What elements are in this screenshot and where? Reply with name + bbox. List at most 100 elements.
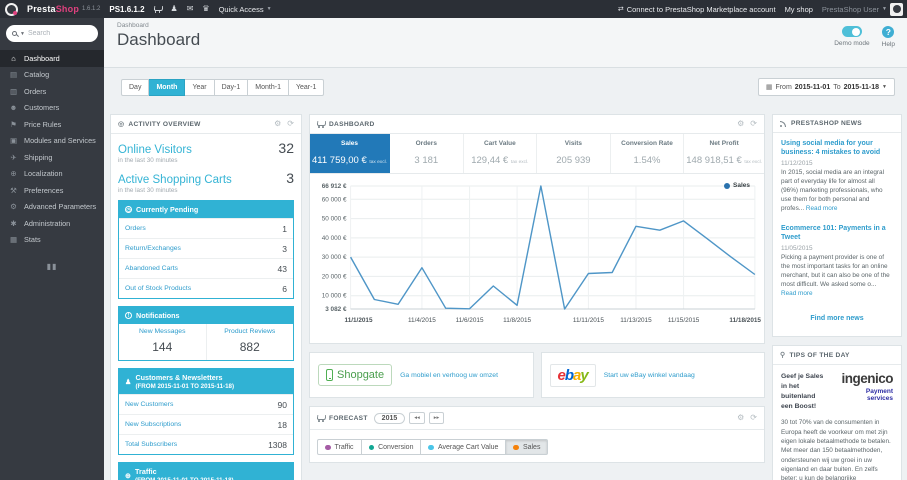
sidebar-menu: ⌂ Dashboard ▤ Catalog ▥ Orders ☻ Customers ⚑… <box>0 50 104 248</box>
date-from: 2015-11-01 <box>794 83 831 91</box>
sidebar-item-shipping[interactable]: ✈ Shipping <box>0 149 104 166</box>
kpi-net-profit[interactable]: Net Profit 148 918,51 € tax excl. <box>684 134 764 173</box>
news-panel-header: PRESTASHOP NEWS <box>773 115 901 133</box>
news-article-title[interactable]: Ecommerce 101: Payments in a Tweet <box>781 224 893 242</box>
sidebar-item-advanced-parameters[interactable]: ⚙ Advanced Parameters <box>0 199 104 216</box>
messages-icon[interactable]: ✉ <box>187 5 194 13</box>
range-month-button[interactable]: Month <box>149 78 186 96</box>
sidebar-item-orders[interactable]: ▥ Orders <box>0 83 104 100</box>
sidebar-item-catalog[interactable]: ▤ Catalog <box>0 67 104 84</box>
my-shop-link[interactable]: My shop <box>785 5 813 14</box>
version-label: 1.6.1.2 <box>82 6 101 12</box>
quick-access-menu[interactable]: Quick Access ▼ <box>219 5 272 14</box>
sidebar-item-customers[interactable]: ☻ Customers <box>0 100 104 117</box>
forecast-next-button[interactable]: ▸▸ <box>428 412 445 424</box>
toggle-average-cart-value[interactable]: Average Cart Value <box>421 439 507 456</box>
stats-icon: ▦ <box>9 235 18 245</box>
chart-legend-sales[interactable]: Sales <box>724 182 750 189</box>
read-more-link[interactable]: Read more <box>781 290 813 297</box>
sidebar-item-administration[interactable]: ✱ Administration <box>0 215 104 232</box>
sidebar-item-modules[interactable]: ▣ Modules and Services <box>0 133 104 150</box>
forecast-prev-button[interactable]: ◂◂ <box>409 412 425 424</box>
read-more-link[interactable]: Read more <box>806 205 838 212</box>
activity-body: Online Visitors 32 in the last 30 minute… <box>111 134 301 480</box>
average-cart-value-dot <box>428 444 434 450</box>
dashboard-icon: ⌂ <box>11 53 16 63</box>
online-visitors-link[interactable]: Online Visitors <box>118 144 192 156</box>
sidebar-search[interactable]: ▼ <box>6 25 98 42</box>
customers-row-new-customers[interactable]: New Customers 90 <box>119 394 293 414</box>
range-day-button[interactable]: Day <box>121 78 150 96</box>
news-article-date: 11/12/2015 <box>781 160 813 168</box>
range-year-1-button[interactable]: Year-1 <box>288 78 325 96</box>
prestashop-news-panel: PRESTASHOP NEWS Using social media for y… <box>772 114 902 338</box>
kpi-conversion-rate[interactable]: Conversion Rate 1.54% <box>611 134 685 173</box>
activity-column: ◎ ACTIVITY OVERVIEW ⚙ ⟳ Online Visitors 32… <box>110 114 302 480</box>
kpi-cart-value[interactable]: Cart Value 129,44 € tax excl. <box>464 134 538 173</box>
activity-panel-title: ACTIVITY OVERVIEW <box>128 120 201 128</box>
customers-row-total-subscribers[interactable]: Total Subscribers 1308 <box>119 434 293 454</box>
sales-chart-area: Sales 66 912 € 60 000 € 50 000 € 40 000 € 30… <box>310 174 764 343</box>
range-day-1-button[interactable]: Day-1 <box>214 78 249 96</box>
chevron-down-icon[interactable]: ▼ <box>20 31 25 37</box>
refresh-icon[interactable]: ⟳ <box>750 120 757 128</box>
main-content: Dashboard Dashboard Demo mode ? Help Day… <box>104 18 907 480</box>
employee-icon[interactable]: ♟ <box>171 5 178 13</box>
range-month-1-button[interactable]: Month-1 <box>248 78 289 96</box>
online-visitors-value: 32 <box>278 140 294 156</box>
conversion-dot <box>368 444 375 450</box>
gear-icon[interactable]: ⚙ <box>274 120 281 128</box>
svg-text:10 000 €: 10 000 € <box>322 293 347 300</box>
news-article-title[interactable]: Using social media for your business: 4 … <box>781 139 893 157</box>
trophy-icon[interactable]: ♛ <box>202 5 209 13</box>
shipping-icon: ✈ <box>10 152 17 162</box>
search-input[interactable] <box>27 30 92 37</box>
kpi-orders[interactable]: Orders 3 181 <box>390 134 464 173</box>
pending-title: Currently Pending <box>136 205 199 214</box>
demo-mode-toggle[interactable] <box>841 26 862 37</box>
traffic-dot <box>325 444 331 450</box>
active-carts-link[interactable]: Active Shopping Carts <box>118 174 232 186</box>
help-icon[interactable]: ? <box>882 26 895 38</box>
gear-icon[interactable]: ⚙ <box>737 414 744 422</box>
sidebar-item-stats[interactable]: ▦ Stats <box>0 232 104 249</box>
ebay-card: ebay Start uw eBay winkel vandaag <box>540 352 765 398</box>
kpi-sales[interactable]: Sales 411 759,00 € tax excl. <box>310 134 391 173</box>
date-range-picker[interactable]: ▦ From 2015-11-01 To 2015-11-18 ▼ <box>757 78 895 96</box>
svg-text:11/13/2015: 11/13/2015 <box>620 317 652 324</box>
forecast-panel-title: FORECAST <box>329 414 368 422</box>
sidebar-item-price-rules[interactable]: ⚑ Price Rules <box>0 116 104 133</box>
exchange-icon: ⇄ <box>617 6 624 13</box>
toggle-sales[interactable]: Sales <box>506 439 549 456</box>
sidebar-item-preferences[interactable]: ⚒ Preferences <box>0 182 104 199</box>
find-more-news-link[interactable]: Find more news <box>781 309 893 330</box>
gear-icon[interactable]: ⚙ <box>737 120 744 128</box>
currently-pending-section: ◷ Currently Pending Orders 1 Return/Exchan… <box>118 200 294 299</box>
pending-row-out-of-stock[interactable]: Out of Stock Products 6 <box>119 278 293 298</box>
dashboard-panel: DASHBOARD ⚙ ⟳ Sales 411 759,00 € tax excl.… <box>309 114 765 344</box>
pending-row-abandoned-carts[interactable]: Abandoned Carts 43 <box>119 258 293 278</box>
kpi-visits[interactable]: Visits 205 939 <box>537 134 611 173</box>
refresh-icon[interactable]: ⟳ <box>750 414 757 422</box>
user-menu[interactable]: PrestaShop User ▼ <box>822 2 903 16</box>
pending-row-returns[interactable]: Return/Exchanges 3 <box>119 238 293 258</box>
refresh-icon[interactable]: ⟳ <box>287 120 294 128</box>
sidebar-item-dashboard[interactable]: ⌂ Dashboard <box>0 50 104 67</box>
svg-text:40 000 €: 40 000 € <box>322 235 347 242</box>
toggle-traffic[interactable]: Traffic <box>317 439 362 456</box>
date-to: 2015-11-18 <box>843 83 880 91</box>
marketplace-link[interactable]: ⇄ Connect to PrestaShop Marketplace accou… <box>618 5 776 14</box>
rss-icon <box>780 120 787 127</box>
new-messages-cell[interactable]: New Messages 144 <box>119 324 206 360</box>
cart-icon[interactable] <box>154 6 162 13</box>
toggle-conversion[interactable]: Conversion <box>361 439 422 456</box>
shopgate-link[interactable]: Ga mobiel en verhoog uw omzet <box>400 372 498 379</box>
pending-row-orders[interactable]: Orders 1 <box>119 218 293 238</box>
ebay-link[interactable]: Start uw eBay winkel vandaag <box>604 372 695 379</box>
breadcrumb[interactable]: Dashboard <box>117 22 895 29</box>
sidebar-item-localization[interactable]: ⊕ Localization <box>0 166 104 183</box>
range-year-button[interactable]: Year <box>185 78 215 96</box>
sidebar-collapse-button[interactable]: ▮▮ <box>46 262 58 271</box>
product-reviews-cell[interactable]: Product Reviews 882 <box>205 324 294 360</box>
customers-row-new-subscriptions[interactable]: New Subscriptions 18 <box>119 414 293 434</box>
